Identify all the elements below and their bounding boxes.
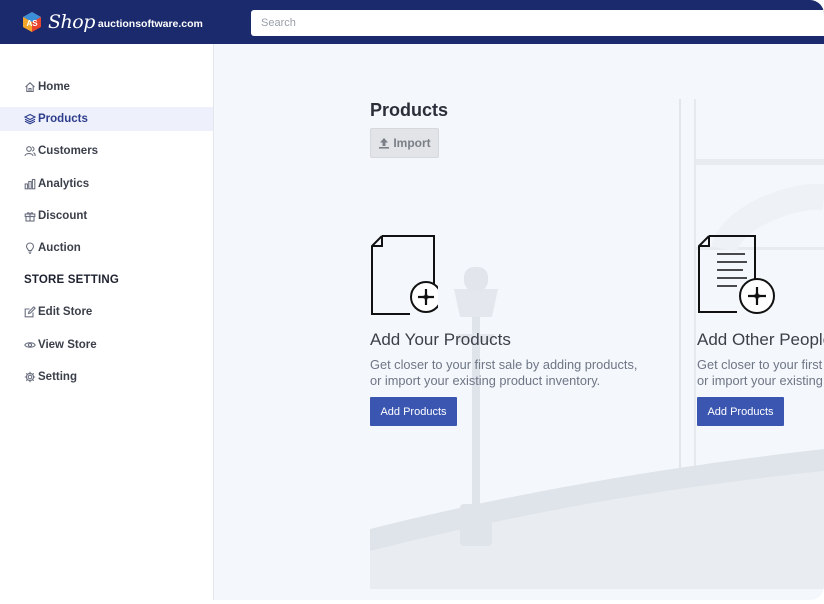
sidebar-item-view-store[interactable]: View Store bbox=[0, 333, 213, 357]
bar-chart-icon bbox=[24, 178, 36, 190]
sidebar-item-label: Discount bbox=[38, 209, 88, 222]
store-setting-heading: STORE SETTING bbox=[24, 274, 120, 287]
app-window: AS Shop auctionsoftware.com Home Product… bbox=[0, 0, 824, 600]
document-add-icon bbox=[370, 234, 442, 316]
lightbulb-icon bbox=[24, 242, 36, 254]
sidebar-item-edit-store[interactable]: Edit Store bbox=[0, 300, 213, 324]
add-other-products-card: Add Other People's Products Get closer t… bbox=[697, 234, 824, 426]
sidebar-item-label: Customers bbox=[38, 145, 99, 158]
brand-logo[interactable]: AS Shop auctionsoftware.com bbox=[22, 9, 203, 35]
top-bar: AS Shop auctionsoftware.com bbox=[0, 0, 824, 44]
sidebar-item-label: Auction bbox=[38, 241, 81, 254]
gift-icon bbox=[24, 210, 36, 222]
sidebar-item-setting[interactable]: Setting bbox=[0, 365, 213, 389]
layers-icon bbox=[24, 113, 36, 125]
document-lines-add-icon bbox=[697, 234, 775, 316]
sidebar-item-home[interactable]: Home bbox=[0, 75, 213, 99]
card-description: Get closer to your first sale by adding … bbox=[697, 357, 824, 389]
sidebar-item-label: Analytics bbox=[38, 177, 90, 190]
page-title: Products bbox=[370, 100, 449, 120]
card-description-line: or import your existing product inventor… bbox=[370, 373, 601, 388]
gear-icon bbox=[24, 371, 36, 383]
logo-mark-icon: AS bbox=[22, 12, 42, 32]
sidebar-item-label: View Store bbox=[38, 338, 97, 351]
card-title: Add Your Products bbox=[370, 330, 511, 349]
card-description-line: Get closer to your first sale by adding … bbox=[697, 357, 824, 372]
search-box[interactable] bbox=[251, 10, 824, 36]
sidebar-item-auction[interactable]: Auction bbox=[0, 236, 213, 260]
sidebar-item-customers[interactable]: Customers bbox=[0, 139, 213, 163]
brand-name: Shop bbox=[48, 11, 95, 33]
home-icon bbox=[24, 81, 36, 93]
sidebar-nav: Home Products Customers Analytics Discou… bbox=[0, 75, 213, 397]
users-icon bbox=[24, 145, 36, 157]
brand-domain: auctionsoftware.com bbox=[97, 17, 203, 30]
search-input[interactable] bbox=[261, 17, 814, 29]
add-products-button[interactable]: Add Products bbox=[370, 397, 457, 426]
add-products-card: Add Your Products Get closer to your fir… bbox=[370, 234, 670, 426]
sidebar-item-label: Products bbox=[38, 113, 88, 126]
sidebar-item-label: Setting bbox=[38, 370, 77, 383]
svg-text:AS: AS bbox=[26, 19, 38, 28]
sidebar-item-analytics[interactable]: Analytics bbox=[0, 172, 213, 196]
upload-icon bbox=[378, 137, 390, 149]
sidebar-item-products[interactable]: Products bbox=[0, 107, 213, 132]
card-description-line: or import your existing product inventor… bbox=[697, 373, 824, 388]
sidebar-item-label: Edit Store bbox=[38, 306, 93, 319]
import-button[interactable]: Import bbox=[370, 128, 439, 158]
import-button-label: Import bbox=[393, 136, 431, 150]
main-content: Products Import Add Your Products Get cl… bbox=[215, 44, 824, 600]
card-description-line: Get closer to your first sale by adding … bbox=[370, 357, 638, 372]
card-description: Get closer to your first sale by adding … bbox=[370, 357, 670, 389]
sidebar-item-label: Home bbox=[38, 81, 70, 93]
sidebar-item-discount[interactable]: Discount bbox=[0, 204, 213, 228]
eye-icon bbox=[24, 339, 36, 351]
edit-icon bbox=[24, 306, 36, 318]
card-title: Add Other People's Products bbox=[697, 330, 824, 349]
add-other-products-button[interactable]: Add Products bbox=[697, 397, 784, 426]
sidebar: Home Products Customers Analytics Discou… bbox=[0, 44, 214, 600]
